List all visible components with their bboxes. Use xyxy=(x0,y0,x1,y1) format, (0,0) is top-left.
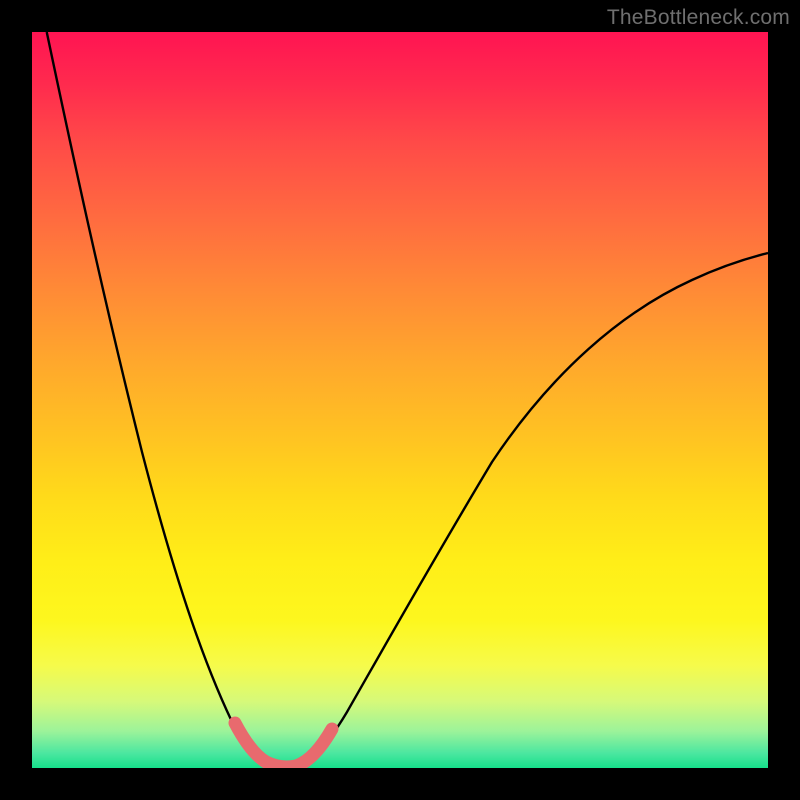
bottleneck-curve-svg xyxy=(32,32,768,768)
watermark-text: TheBottleneck.com xyxy=(607,6,790,30)
chart-frame: TheBottleneck.com xyxy=(0,0,800,800)
plot-area xyxy=(32,32,768,768)
rounded-highlight xyxy=(235,723,332,767)
bottleneck-curve xyxy=(47,32,768,768)
